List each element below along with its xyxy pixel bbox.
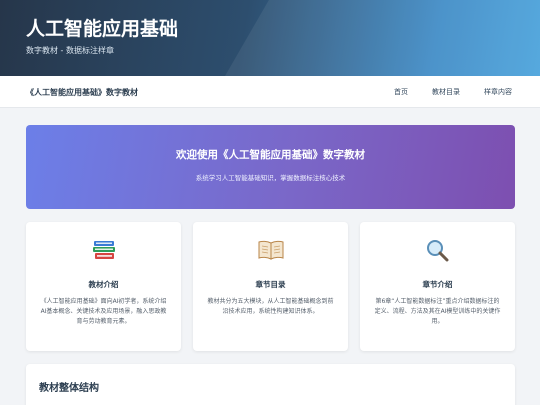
open-book-icon (193, 238, 348, 262)
card-title: 章节目录 (255, 280, 286, 289)
card-toc[interactable]: 章节目录 教材共分为五大模块，从人工智能基础概念到前沿技术应用，系统性构建知识体… (193, 222, 348, 351)
card-description: 第6章“人工智能数据标注”重点介绍数据标注的定义、流程、方法及其在AI模型训练中… (374, 298, 501, 325)
card-intro[interactable]: 教材介绍 《人工智能应用基础》面向AI初学者，系统介绍AI基本概念、关键技术及应… (26, 222, 181, 351)
nav-brand[interactable]: 《人工智能应用基础》数字教材 (26, 87, 138, 98)
top-navbar: 《人工智能应用基础》数字教材 首页 教材目录 样章内容 (0, 76, 540, 108)
card-chapter[interactable]: 章节介绍 第6章“人工智能数据标注”重点介绍数据标注的定义、流程、方法及其在AI… (360, 222, 515, 351)
banner-title: 欢迎使用《人工智能应用基础》数字教材 (176, 149, 365, 161)
section-title: 教材整体结构 (39, 383, 99, 394)
site-title: 人工智能应用基础 (26, 18, 179, 40)
nav-link-sample[interactable]: 样章内容 (484, 87, 512, 97)
card-description: 教材共分为五大模块，从人工智能基础概念到前沿技术应用，系统性构建知识体系。 (207, 298, 334, 315)
hero-header: 人工智能应用基础 数字教材 - 数据标注样章 (0, 0, 540, 76)
card-title: 章节介绍 (422, 280, 453, 289)
books-icon (26, 238, 181, 262)
structure-section: 教材整体结构 (26, 364, 515, 405)
card-title: 教材介绍 (88, 280, 119, 289)
card-description: 《人工智能应用基础》面向AI初学者，系统介绍AI基本概念、关键技术及应用场景，融… (40, 298, 167, 325)
magnifier-icon (360, 238, 515, 262)
nav-link-toc[interactable]: 教材目录 (432, 87, 460, 97)
banner-subtitle: 系统学习人工智能基础知识，掌握数据标注核心技术 (195, 174, 346, 182)
hero-decoration (193, 0, 540, 76)
nav-links: 首页 教材目录 样章内容 (370, 87, 512, 97)
welcome-banner: 欢迎使用《人工智能应用基础》数字教材 系统学习人工智能基础知识，掌握数据标注核心… (26, 125, 515, 209)
site-subtitle: 数字教材 - 数据标注样章 (26, 46, 114, 55)
nav-link-home[interactable]: 首页 (394, 87, 408, 97)
